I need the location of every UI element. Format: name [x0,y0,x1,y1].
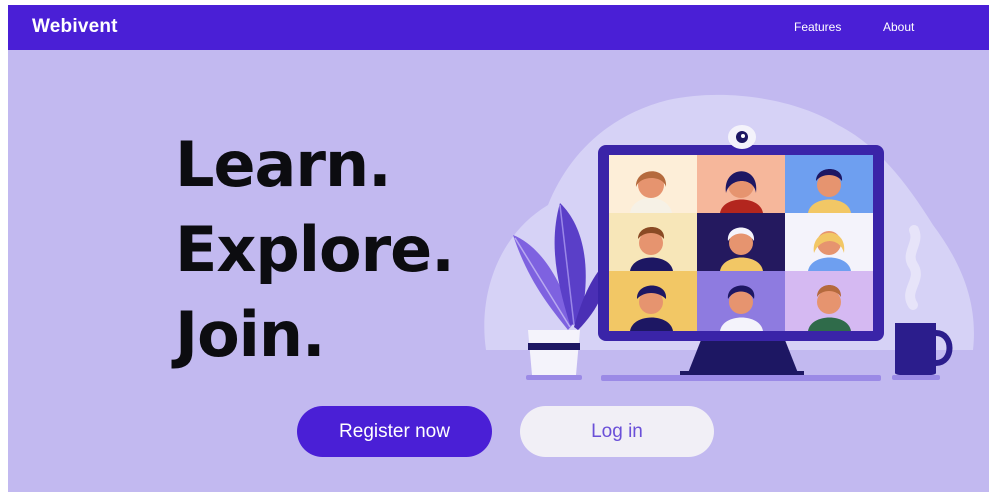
webcam-icon [728,125,756,149]
mug-icon [892,323,953,380]
register-now-button[interactable]: Register now [297,406,492,457]
steam-icon [905,225,921,310]
log-in-button[interactable]: Log in [520,406,714,457]
page-frame: Webivent Features About Learn. Explore. … [8,5,989,492]
video-conference-illustration [484,94,974,381]
